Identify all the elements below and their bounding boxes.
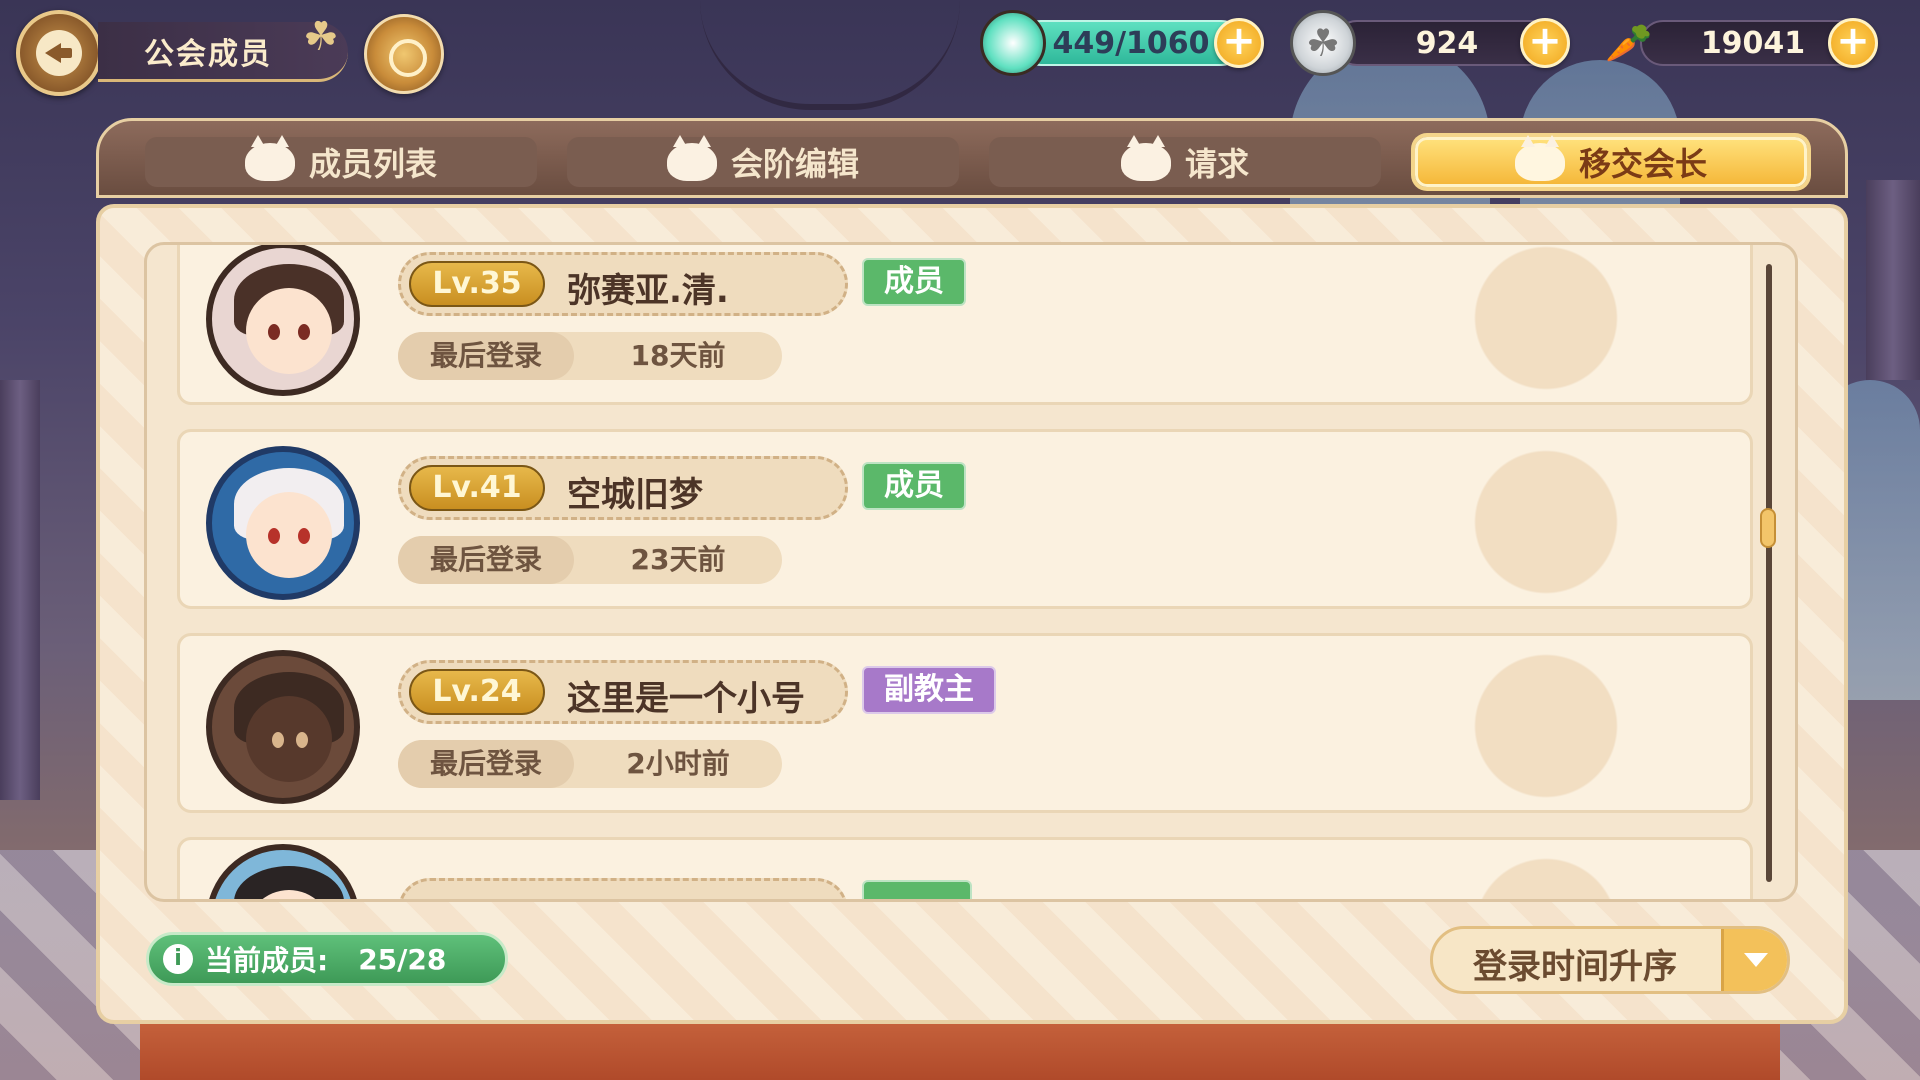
last-login-value: 18天前 [630,339,726,372]
member-avatar [206,245,360,396]
back-button[interactable] [16,10,102,96]
last-login-value: 23天前 [630,543,726,576]
cat-face-icon [244,135,295,181]
member-name: 空城旧梦 [567,475,703,515]
member-row[interactable]: Lv.35 弥赛亚.清. 成员 最后登录 18天前 [177,245,1753,405]
last-login-label: 最后登录 [398,740,574,788]
member-info-pill [398,878,848,899]
member-avatar [206,446,360,600]
cat-transfer-icon [1514,135,1565,181]
clover-icon: ☘ [303,14,339,60]
role-badge: 成员 [862,258,966,306]
member-count-bar: i 当前成员: 25/28 [146,932,508,986]
role-badge [862,880,972,899]
tab-bar: 成员列表 会阶编辑 请求 移交会长 [96,118,1848,198]
info-icon[interactable]: i [163,944,193,974]
member-info-pill: Lv.41 空城旧梦 [398,456,848,520]
tab-label: 移交会长 [1578,145,1707,183]
clover-watermark [1270,636,1730,810]
member-list[interactable]: Lv.35 弥赛亚.清. 成员 最后登录 18天前 Lv.41 空城旧梦 成员 … [144,242,1798,902]
member-row[interactable]: Lv.41 空城旧梦 成员 最后登录 23天前 [177,429,1753,609]
member-avatar [206,844,360,899]
back-arrow-icon [36,30,82,76]
level-badge: Lv.41 [409,465,545,511]
role-badge: 成员 [862,462,966,510]
avatar-face [246,288,332,374]
last-login-value: 2小时前 [626,747,730,780]
tab-member-list[interactable]: 成员列表 [145,135,537,187]
tab-requests[interactable]: 请求 [989,135,1381,187]
member-avatar [206,650,360,804]
clover-coin-icon: ☘ [1290,10,1356,76]
member-count-value: 25/28 [358,942,447,976]
stamina-potion-icon [980,10,1046,76]
avatar-eye [298,528,310,544]
avatar-eye [268,528,280,544]
stamina-counter: 449/1060 [1018,20,1244,66]
member-row[interactable]: Lv.24 这里是一个小号 副教主 最后登录 2小时前 [177,633,1753,813]
avatar-eye [296,732,308,748]
member-name: 这里是一个小号 [567,679,805,719]
member-name: 弥赛亚.清. [567,271,729,311]
last-login-label: 最后登录 [398,536,574,584]
avatar-eye [268,324,280,340]
last-login: 最后登录 18天前 [398,332,782,380]
add-carrot-button[interactable]: + [1828,18,1878,68]
cat-face-icon [666,135,717,181]
avatar-eye [298,324,310,340]
clover-watermark [1270,840,1730,899]
pillar [1866,180,1920,380]
tab-label: 请求 [1184,145,1249,183]
chevron-down-icon[interactable] [1721,929,1787,991]
last-login: 最后登录 23天前 [398,536,782,584]
cat-face-icon [1120,135,1171,181]
sort-label: 登录时间升序 [1473,947,1677,987]
last-login-label: 最后登录 [398,332,574,380]
tab-label: 成员列表 [308,145,437,183]
chandelier [700,0,960,110]
carrot-value: 19041 [1700,25,1806,61]
stamina-value: 449/1060 [1052,25,1210,61]
clover-watermark [1270,432,1730,606]
member-count-label: 当前成员: [205,944,329,977]
avatar-face [246,696,332,782]
tab-label: 会阶编辑 [730,145,859,183]
add-clover-button[interactable]: + [1520,18,1570,68]
role-badge: 副教主 [862,666,996,714]
clover-watermark [1270,245,1730,402]
carrot-icon: 🥕 [1605,20,1653,65]
add-stamina-button[interactable]: + [1214,18,1264,68]
member-info-pill: Lv.24 这里是一个小号 [398,660,848,724]
member-info-pill: Lv.35 弥赛亚.清. [398,252,848,316]
member-row[interactable] [177,837,1753,899]
avatar-face [246,492,332,578]
guild-emblem-icon[interactable] [364,14,444,94]
level-badge: Lv.24 [409,669,545,715]
avatar-eye [272,732,284,748]
tab-transfer-leader[interactable]: 移交会长 [1415,135,1807,187]
tab-rank-edit[interactable]: 会阶编辑 [567,135,959,187]
scrollbar-thumb[interactable] [1760,508,1776,548]
level-badge: Lv.35 [409,261,545,307]
clover-value: 924 [1415,25,1479,61]
scrollbar-track[interactable] [1766,264,1772,882]
sort-dropdown[interactable]: 登录时间升序 [1430,926,1790,994]
last-login: 最后登录 2小时前 [398,740,782,788]
pillar [0,380,40,800]
